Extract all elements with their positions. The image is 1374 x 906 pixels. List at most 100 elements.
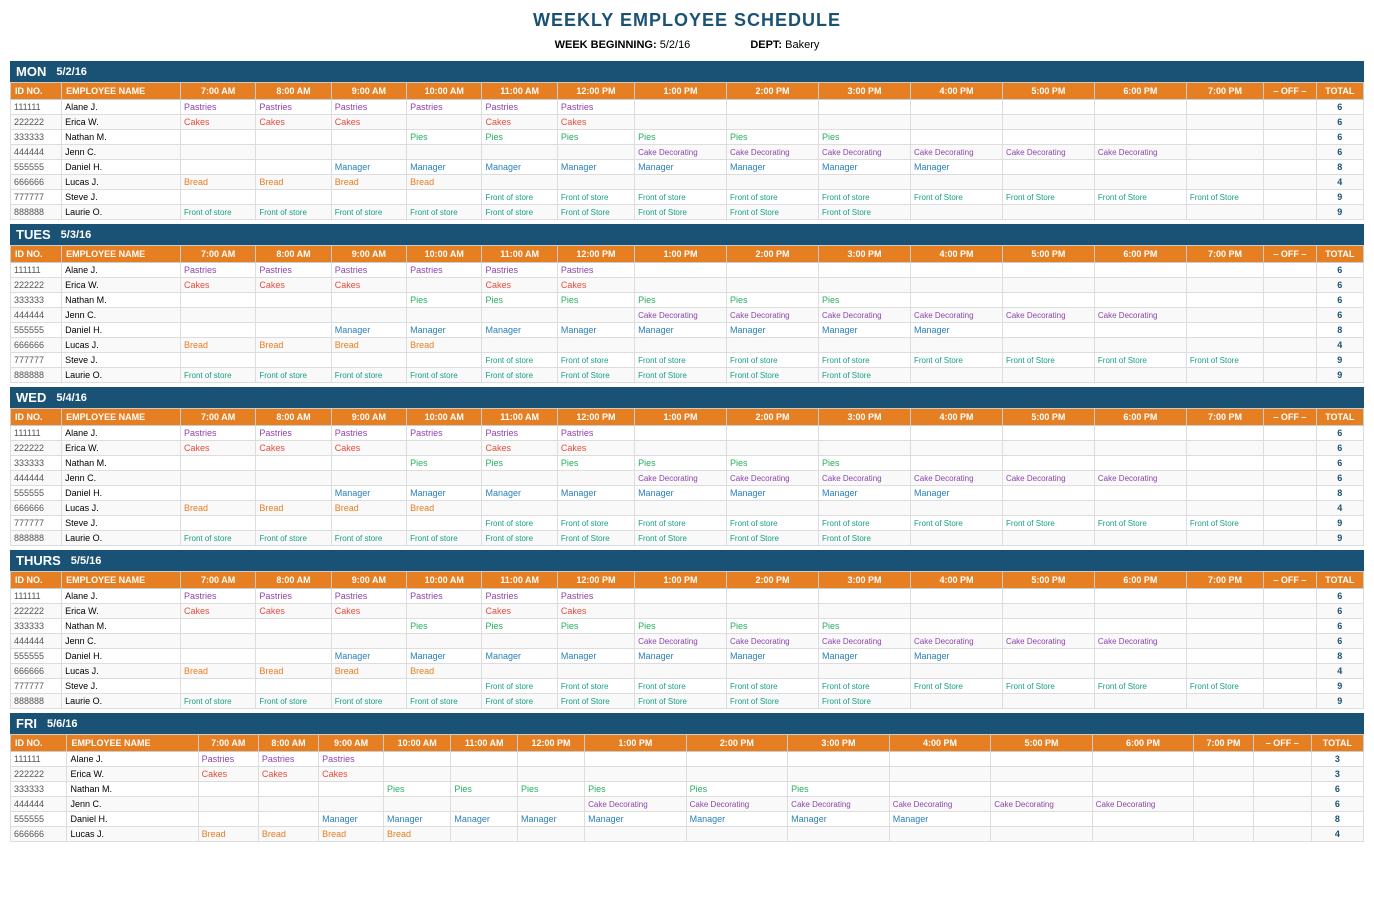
schedule-slot: [1094, 589, 1186, 604]
off-indicator: [1264, 604, 1317, 619]
col-header-time: 2:00 PM: [686, 735, 788, 752]
schedule-slot: [910, 501, 1002, 516]
schedule-slot: Cakes: [180, 278, 255, 293]
day-header-tues: TUES5/3/16: [10, 224, 1364, 245]
schedule-slot: [1186, 368, 1263, 383]
schedule-slot: [1186, 619, 1263, 634]
employee-id: 555555: [11, 812, 67, 827]
schedule-slot: [557, 471, 634, 486]
col-header-time: 10:00 AM: [407, 409, 482, 426]
schedule-slot: [910, 100, 1002, 115]
schedule-slot: Pastries: [256, 426, 331, 441]
table-row: 111111Alane J.PastriesPastriesPastries3: [11, 752, 1364, 767]
schedule-slot: [482, 664, 557, 679]
employee-name: Jenn C.: [62, 308, 181, 323]
employee-id: 222222: [11, 115, 62, 130]
employee-id: 888888: [11, 205, 62, 220]
table-row: 222222Erica W.CakesCakesCakesCakesCakes6: [11, 278, 1364, 293]
schedule-slot: [819, 263, 911, 278]
schedule-slot: [1002, 619, 1094, 634]
schedule-slot: [1194, 767, 1253, 782]
schedule-slot: [407, 353, 482, 368]
schedule-slot: Manager: [517, 812, 584, 827]
schedule-slot: [819, 604, 911, 619]
schedule-slot: [1194, 827, 1253, 842]
schedule-slot: [180, 160, 255, 175]
table-row: 444444Jenn C.Cake DecoratingCake Decorat…: [11, 145, 1364, 160]
schedule-slot: [407, 604, 482, 619]
schedule-slot: Pies: [407, 130, 482, 145]
schedule-slot: [819, 338, 911, 353]
schedule-slot: Bread: [383, 827, 450, 842]
schedule-slot: Pies: [788, 782, 890, 797]
schedule-slot: Manager: [727, 160, 819, 175]
schedule-slot: [910, 604, 1002, 619]
schedule-slot: Front of Store: [1186, 679, 1263, 694]
schedule-slot: [1186, 501, 1263, 516]
table-row: 333333Nathan M.PiesPiesPiesPiesPiesPies6: [11, 130, 1364, 145]
off-indicator: [1264, 679, 1317, 694]
schedule-slot: Bread: [331, 175, 406, 190]
schedule-slot: [1186, 338, 1263, 353]
day-header-fri: FRI5/6/16: [10, 713, 1364, 734]
employee-name: Laurie O.: [62, 694, 181, 709]
schedule-slot: [198, 797, 258, 812]
schedule-slot: Pies: [727, 619, 819, 634]
schedule-slot: [180, 308, 255, 323]
schedule-slot: [331, 130, 406, 145]
schedule-slot: Cake Decorating: [910, 308, 1002, 323]
schedule-slot: [1186, 471, 1263, 486]
col-header-time: 4:00 PM: [910, 572, 1002, 589]
col-header-time: 1:00 PM: [585, 735, 687, 752]
schedule-slot: Manager: [407, 160, 482, 175]
schedule-slot: [1186, 604, 1263, 619]
schedule-slot: [451, 797, 518, 812]
schedule-slot: Manager: [889, 812, 991, 827]
schedule-slot: Manager: [819, 160, 911, 175]
off-indicator: [1264, 278, 1317, 293]
schedule-slot: [1094, 649, 1186, 664]
schedule-slot: [331, 308, 406, 323]
schedule-slot: [727, 175, 819, 190]
schedule-slot: [517, 827, 584, 842]
schedule-slot: [256, 293, 331, 308]
schedule-slot: Cakes: [256, 278, 331, 293]
schedule-slot: [331, 634, 406, 649]
schedule-slot: Front of Store: [635, 531, 727, 546]
col-header-time: 1:00 PM: [635, 246, 727, 263]
day-name: FRI: [16, 716, 37, 731]
schedule-slot: [1002, 323, 1094, 338]
schedule-slot: Front of store: [482, 205, 557, 220]
schedule-slot: [910, 619, 1002, 634]
hours-total: 4: [1311, 827, 1363, 842]
schedule-slot: Bread: [180, 501, 255, 516]
table-row: 777777Steve J.Front of storeFront of sto…: [11, 190, 1364, 205]
schedule-slot: Cakes: [482, 278, 557, 293]
schedule-slot: Front of store: [727, 679, 819, 694]
schedule-slot: [180, 471, 255, 486]
employee-name: Steve J.: [62, 516, 181, 531]
schedule-slot: Front of Store: [557, 531, 634, 546]
schedule-slot: Front of Store: [819, 531, 911, 546]
schedule-slot: [1002, 368, 1094, 383]
schedule-slot: Pastries: [557, 263, 634, 278]
table-row: 888888Laurie O.Front of storeFront of st…: [11, 694, 1364, 709]
schedule-slot: [889, 767, 991, 782]
schedule-slot: [1094, 604, 1186, 619]
schedule-slot: [256, 471, 331, 486]
schedule-slot: [1186, 426, 1263, 441]
schedule-slot: [889, 782, 991, 797]
schedule-slot: [1002, 649, 1094, 664]
col-header-name: EMPLOYEE NAME: [67, 735, 198, 752]
schedule-slot: [256, 679, 331, 694]
schedule-slot: [727, 426, 819, 441]
schedule-slot: Cakes: [557, 604, 634, 619]
col-header-name: EMPLOYEE NAME: [62, 83, 181, 100]
schedule-slot: Manager: [635, 160, 727, 175]
schedule-slot: [557, 308, 634, 323]
schedule-slot: [910, 175, 1002, 190]
schedule-slot: Pastries: [258, 752, 318, 767]
schedule-container: MON5/2/16ID NO.EMPLOYEE NAME7:00 AM8:00 …: [10, 61, 1364, 842]
schedule-slot: Front of store: [482, 190, 557, 205]
employee-id: 777777: [11, 516, 62, 531]
